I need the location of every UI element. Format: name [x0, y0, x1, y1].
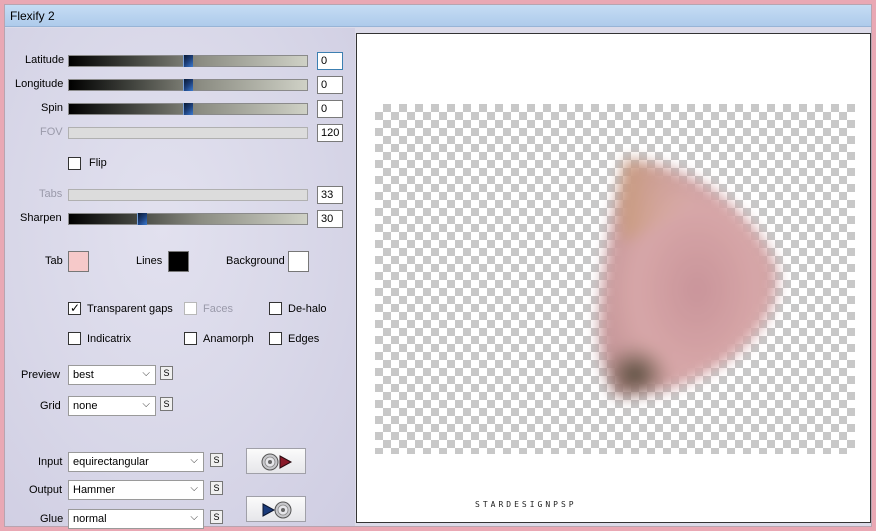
latitude-slider[interactable] — [68, 55, 308, 67]
title-bar: Flexify 2 — [5, 5, 871, 27]
chevron-down-icon: ⌵ — [142, 399, 150, 410]
output-label: Output — [29, 484, 63, 496]
sharpen-input[interactable]: 30 — [317, 210, 343, 228]
de-halo-label: De-halo — [288, 303, 327, 315]
longitude-slider[interactable] — [68, 79, 308, 91]
tabs-slider — [68, 189, 308, 201]
output-select-value: Hammer — [73, 484, 116, 496]
glue-s-button[interactable]: S — [210, 510, 223, 524]
edges-label: Edges — [288, 333, 320, 345]
sharpen-label: Sharpen — [20, 212, 62, 224]
watermark-signature: STARDESIGNPSP — [475, 500, 577, 509]
preview-label: Preview — [21, 369, 61, 381]
tab-color-swatch[interactable] — [68, 251, 89, 272]
sharpen-slider[interactable] — [68, 213, 308, 225]
output-select[interactable]: Hammer ⌵ — [68, 480, 204, 500]
input-select[interactable]: equirectangular ⌵ — [68, 452, 204, 472]
chevron-down-icon: ⌵ — [190, 512, 198, 523]
lines-color-swatch[interactable] — [168, 251, 189, 272]
spin-input[interactable]: 0 — [317, 100, 343, 118]
fov-slider — [68, 127, 308, 139]
warped-image-preview — [599, 159, 777, 397]
controls-panel: Latitude 0 Longitude 0 Spin 0 FOV 120 Fl… — [5, 28, 355, 529]
spin-label: Spin — [41, 102, 64, 114]
longitude-slider-thumb[interactable] — [183, 79, 193, 91]
flip-label: Flip — [89, 157, 107, 169]
preview-canvas[interactable]: STARDESIGNPSP — [356, 33, 871, 523]
tab-color-label: Tab — [45, 255, 63, 267]
fov-input: 120 — [317, 124, 343, 142]
window-title: Flexify 2 — [10, 9, 55, 23]
cd-to-play-icon — [261, 453, 293, 471]
play-to-cd-icon — [262, 501, 292, 519]
chevron-down-icon: ⌵ — [190, 455, 198, 466]
input-to-output-button[interactable] — [246, 448, 306, 474]
indicatrix-checkbox[interactable] — [68, 332, 81, 345]
edges-checkbox[interactable] — [269, 332, 282, 345]
background-color-swatch[interactable] — [288, 251, 309, 272]
anamorph-label: Anamorph — [203, 333, 254, 345]
lines-color-label: Lines — [136, 255, 163, 267]
transparent-gaps-label: Transparent gaps — [87, 303, 173, 315]
chevron-down-icon: ⌵ — [142, 368, 150, 379]
glue-select[interactable]: normal ⌵ — [68, 509, 204, 529]
latitude-slider-thumb[interactable] — [183, 55, 193, 67]
flexify-window: Flexify 2 Latitude 0 Longitude 0 Spin 0 … — [4, 4, 872, 529]
input-select-value: equirectangular — [73, 456, 149, 468]
grid-select[interactable]: none ⌵ — [68, 396, 156, 416]
faces-label: Faces — [203, 303, 233, 315]
preview-select[interactable]: best ⌵ — [68, 365, 156, 385]
tabs-label: Tabs — [39, 188, 63, 200]
chevron-down-icon: ⌵ — [190, 483, 198, 494]
transparent-gaps-checkbox[interactable]: ✓ — [68, 301, 81, 315]
indicatrix-label: Indicatrix — [87, 333, 132, 345]
latitude-input[interactable]: 0 — [317, 52, 343, 70]
de-halo-checkbox[interactable] — [269, 302, 282, 315]
spin-slider[interactable] — [68, 103, 308, 115]
output-to-input-button[interactable] — [246, 496, 306, 522]
check-icon: ✓ — [70, 301, 81, 315]
glue-select-value: normal — [73, 513, 107, 525]
input-s-button[interactable]: S — [210, 453, 223, 467]
sharpen-slider-thumb[interactable] — [137, 213, 147, 225]
preview-s-button[interactable]: S — [160, 366, 173, 380]
background-color-label: Background — [226, 255, 285, 267]
spin-slider-thumb[interactable] — [183, 103, 193, 115]
grid-label: Grid — [40, 400, 61, 412]
tabs-input: 33 — [317, 186, 343, 204]
latitude-label: Latitude — [25, 54, 65, 66]
anamorph-checkbox[interactable] — [184, 332, 197, 345]
grid-s-button[interactable]: S — [160, 397, 173, 411]
preview-select-value: best — [73, 369, 94, 381]
fov-label: FOV — [40, 126, 63, 138]
glue-label: Glue — [40, 513, 64, 525]
flip-checkbox[interactable] — [68, 157, 81, 170]
transparency-checkerboard — [375, 104, 855, 454]
longitude-label: Longitude — [15, 78, 64, 90]
grid-select-value: none — [73, 400, 98, 412]
output-s-button[interactable]: S — [210, 481, 223, 495]
input-label: Input — [38, 456, 63, 468]
longitude-input[interactable]: 0 — [317, 76, 343, 94]
faces-checkbox — [184, 302, 197, 315]
